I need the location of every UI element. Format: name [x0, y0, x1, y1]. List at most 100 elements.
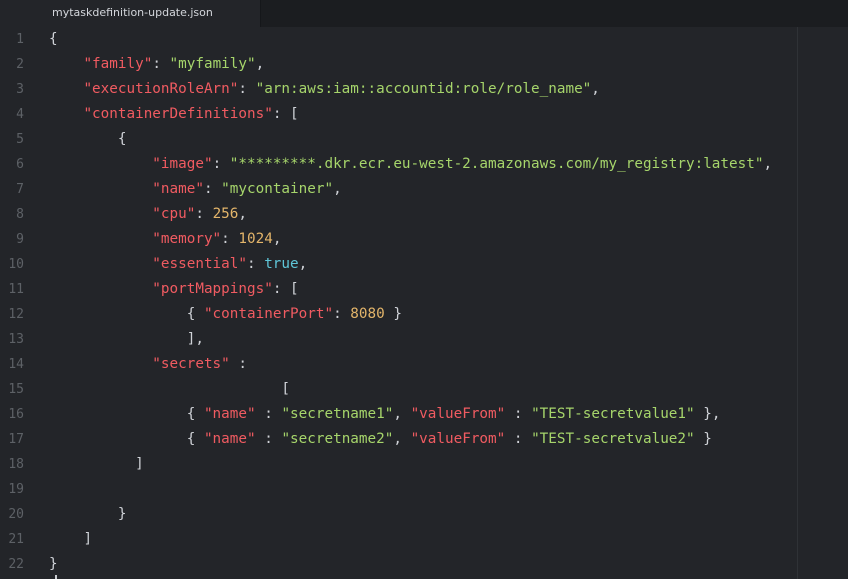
line-number: 5: [16, 132, 24, 147]
json-string: "secretname1": [281, 406, 394, 422]
line-number: 21: [8, 532, 24, 547]
code-editor[interactable]: 1 2 3 4 5 6 7 8 9 10 11 12 13 14 15 16 1…: [0, 27, 848, 579]
punctuation: :: [238, 81, 256, 97]
punctuation: ],: [186, 331, 204, 347]
json-string: "*********.dkr.ecr.eu-west-2.amazonaws.c…: [229, 156, 764, 172]
punctuation: : [: [272, 281, 299, 297]
line-number: 4: [16, 107, 24, 122]
text-cursor: [55, 575, 57, 579]
punctuation: ,: [255, 56, 265, 72]
json-key: "executionRoleArn": [83, 81, 239, 97]
punctuation: ,: [238, 206, 247, 222]
punctuation: {: [186, 406, 204, 422]
line-number: 8: [16, 207, 24, 222]
line-number: 16: [8, 407, 24, 422]
code-line: "portMappings": [: [49, 277, 299, 302]
line-number: 7: [16, 182, 24, 197]
line-number-gutter: 1 2 3 4 5 6 7 8 9 10 11 12 13 14 15 16 1…: [0, 27, 40, 579]
line-number: 22: [8, 557, 24, 572]
json-key: "valueFrom": [410, 431, 506, 447]
line-number: 15: [8, 382, 24, 397]
json-number: 256: [212, 206, 239, 222]
punctuation: {: [186, 306, 204, 322]
json-key: "name": [203, 406, 256, 422]
punctuation: :: [195, 206, 213, 222]
code-line: ]: [49, 527, 92, 552]
code-line: [: [49, 377, 290, 402]
code-line: {: [49, 27, 58, 52]
code-line: "secrets" :: [49, 352, 247, 377]
json-string: "TEST-secretvalue1": [531, 406, 695, 422]
punctuation: }: [694, 431, 712, 447]
tab-label: mytaskdefinition-update.json: [52, 6, 213, 19]
code-line: { "name" : "secretname1", "valueFrom" : …: [49, 402, 721, 427]
punctuation: ,: [393, 406, 411, 422]
line-number: 3: [16, 82, 24, 97]
line-number: 17: [8, 432, 24, 447]
code-line: "family": "myfamily",: [49, 52, 264, 77]
json-key: "name": [152, 181, 204, 197]
tab-active-file[interactable]: mytaskdefinition-update.json: [0, 0, 261, 27]
line-number: 11: [8, 282, 24, 297]
json-key: "memory": [152, 231, 222, 247]
code-line: "memory": 1024,: [49, 227, 281, 252]
code-line: }: [49, 552, 58, 577]
line-number: 20: [8, 507, 24, 522]
code-line: "essential": true,: [49, 252, 307, 277]
punctuation: :: [229, 356, 247, 372]
line-number: 18: [8, 457, 24, 472]
line-number: 9: [16, 232, 24, 247]
json-boolean: true: [264, 256, 299, 272]
punctuation: }: [384, 306, 402, 322]
code-line: {: [49, 127, 127, 152]
punctuation: ,: [591, 81, 600, 97]
punctuation: ,: [763, 156, 773, 172]
json-key: "portMappings": [152, 281, 273, 297]
line-number: 1: [16, 32, 24, 47]
punctuation: {: [117, 131, 127, 147]
punctuation: ]: [135, 456, 144, 472]
json-key: "family": [83, 56, 153, 72]
json-number: 8080: [350, 306, 385, 322]
code-line: "image": "*********.dkr.ecr.eu-west-2.am…: [49, 152, 772, 177]
punctuation: ,: [393, 431, 411, 447]
punctuation: :: [333, 306, 351, 322]
line-number: 6: [16, 157, 24, 172]
punctuation: ,: [298, 256, 308, 272]
code-line: ],: [49, 327, 204, 352]
line-number: 10: [8, 257, 24, 272]
punctuation: },: [694, 406, 721, 422]
json-string: "secretname2": [281, 431, 394, 447]
code-line: { "containerPort": 8080 }: [49, 302, 402, 327]
line-number: 19: [8, 482, 24, 497]
punctuation: :: [203, 181, 222, 197]
punctuation: [: [281, 381, 291, 397]
tab-bar: mytaskdefinition-update.json: [0, 0, 848, 27]
json-key: "valueFrom": [410, 406, 506, 422]
json-number: 1024: [238, 231, 273, 247]
punctuation: :: [505, 431, 532, 447]
line-number: 12: [8, 307, 24, 322]
line-number: 13: [8, 332, 24, 347]
json-key: "cpu": [152, 206, 196, 222]
code-line: ]: [49, 452, 144, 477]
punctuation: :: [246, 256, 265, 272]
json-key: "image": [152, 156, 213, 172]
punctuation: :: [505, 406, 532, 422]
punctuation: :: [152, 56, 170, 72]
punctuation: ,: [272, 231, 282, 247]
punctuation: ,: [333, 181, 342, 197]
punctuation: ]: [83, 531, 93, 547]
punctuation: }: [49, 556, 58, 572]
json-string: "TEST-secretvalue2": [531, 431, 695, 447]
punctuation: :: [255, 406, 282, 422]
punctuation: {: [186, 431, 204, 447]
code-line: "executionRoleArn": "arn:aws:iam::accoun…: [49, 77, 600, 102]
code-line: "containerDefinitions": [: [49, 102, 299, 127]
punctuation: : [: [272, 106, 299, 122]
punctuation: :: [255, 431, 282, 447]
code-line: }: [49, 502, 127, 527]
code-line: "cpu": 256,: [49, 202, 247, 227]
json-string: "mycontainer": [221, 181, 334, 197]
json-key: "containerDefinitions": [83, 106, 273, 122]
